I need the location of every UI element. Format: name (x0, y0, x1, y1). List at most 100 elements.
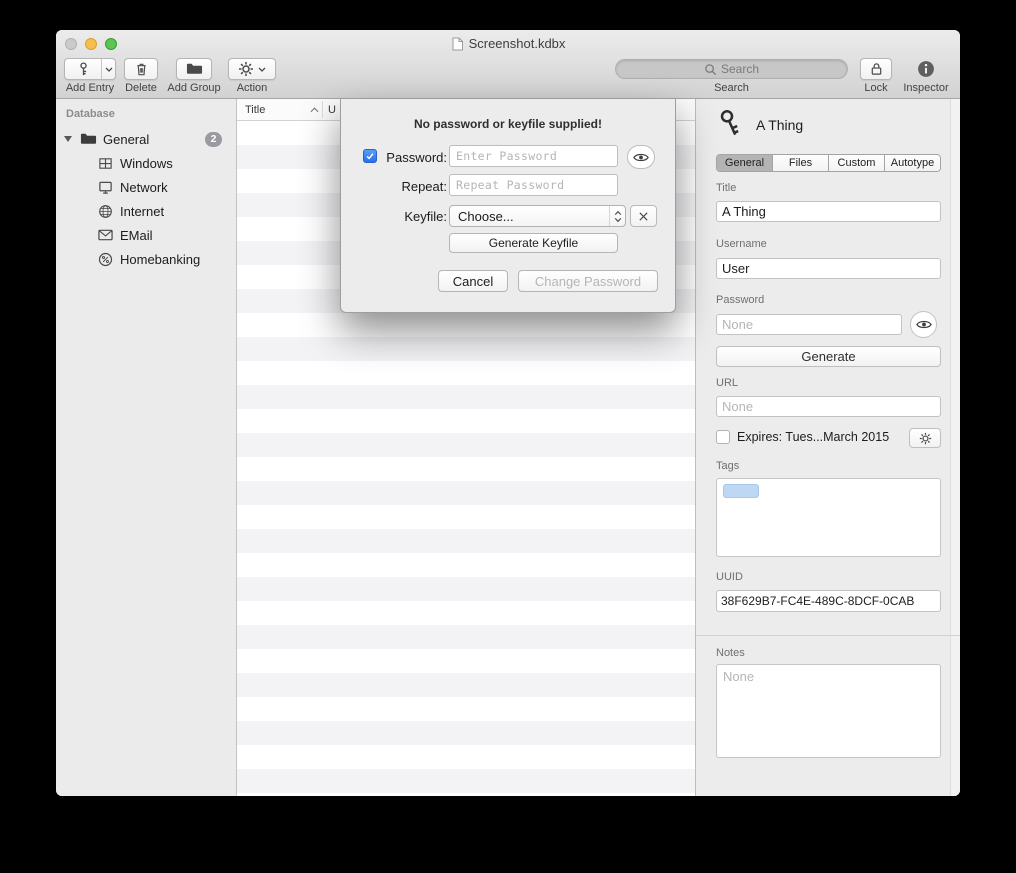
delete-button[interactable] (124, 58, 158, 80)
keyfile-label: Keyfile: (381, 209, 447, 224)
username-field-label: Username (716, 238, 767, 250)
app-window: Screenshot.kdbx Add Entry Delete Add (56, 30, 960, 796)
reveal-password-button[interactable] (627, 145, 655, 169)
entry-title: A Thing (756, 117, 803, 133)
inspector-panel: A Thing General Files Custom Autotype Ti… (695, 99, 960, 796)
tag-chip[interactable] (723, 484, 759, 498)
group-sidebar: Database General 2 Windows Network (56, 99, 237, 796)
uuid-field[interactable] (716, 590, 941, 612)
keyfile-dropdown[interactable]: Choose... (449, 205, 626, 227)
password-label: Password: (381, 150, 447, 165)
inspector-toggle-button[interactable] (917, 60, 935, 78)
sidebar-item-general[interactable]: General 2 (56, 127, 236, 151)
expires-settings-button[interactable] (909, 428, 941, 448)
globe-icon (96, 202, 114, 220)
password-input[interactable] (449, 145, 618, 167)
popup-stepper-icon (609, 206, 625, 226)
folder-icon (79, 130, 97, 148)
percent-coin-icon (96, 250, 114, 268)
search-icon (704, 63, 717, 76)
gear-icon (919, 432, 932, 445)
password-field[interactable] (716, 314, 902, 335)
monitor-icon (96, 178, 114, 196)
password-checkbox[interactable] (363, 149, 377, 163)
info-icon (917, 60, 935, 78)
tab-general[interactable]: General (717, 155, 773, 171)
url-field[interactable] (716, 396, 941, 417)
column-header-title[interactable]: Title (245, 104, 265, 116)
sidebar-item-network[interactable]: Network (56, 175, 236, 199)
window-title: Screenshot.kdbx (469, 36, 566, 51)
entry-count-badge: 2 (205, 132, 222, 147)
sidebar-item-email[interactable]: EMail (56, 223, 236, 247)
tab-autotype[interactable]: Autotype (885, 155, 940, 171)
clear-keyfile-button[interactable] (630, 205, 657, 227)
inspector-label: Inspector (896, 82, 956, 94)
add-group-button[interactable] (176, 58, 212, 80)
tab-custom[interactable]: Custom (829, 155, 885, 171)
delete-label: Delete (120, 82, 162, 94)
sort-ascending-icon (310, 107, 319, 113)
tab-files[interactable]: Files (773, 155, 829, 171)
inspector-scrollbar[interactable] (950, 99, 960, 796)
action-label: Action (224, 82, 280, 94)
expires-checkbox[interactable] (716, 430, 730, 444)
repeat-label: Repeat: (381, 179, 447, 194)
generate-password-button[interactable]: Generate (716, 346, 941, 367)
entry-key-icon (711, 104, 749, 143)
keyfile-dropdown-value: Choose... (458, 209, 514, 224)
search-input[interactable]: Search (615, 59, 848, 79)
column-divider[interactable] (322, 101, 323, 118)
window-chrome: Screenshot.kdbx Add Entry Delete Add (56, 30, 960, 99)
add-entry-button[interactable] (64, 58, 116, 80)
folder-icon (186, 62, 203, 76)
close-x-icon (638, 211, 649, 222)
document-proxy-icon (451, 37, 464, 51)
check-icon (365, 151, 375, 161)
notes-field[interactable] (716, 664, 941, 758)
uuid-field-label: UUID (716, 571, 743, 583)
sidebar-section-header: Database (66, 108, 115, 120)
tags-field-label: Tags (716, 460, 739, 472)
chevron-down-icon[interactable] (102, 59, 115, 79)
sidebar-item-label: General (103, 132, 149, 147)
lock-label: Lock (852, 82, 900, 94)
gear-icon (238, 61, 254, 77)
windows-icon (96, 154, 114, 172)
username-field[interactable] (716, 258, 941, 279)
change-password-button[interactable]: Change Password (518, 270, 658, 292)
tags-box[interactable] (716, 478, 941, 557)
change-password-dialog: No password or keyfile supplied! Passwor… (340, 99, 676, 313)
sidebar-item-homebanking[interactable]: Homebanking (56, 247, 236, 271)
sidebar-item-windows[interactable]: Windows (56, 151, 236, 175)
sidebar-item-label: Homebanking (120, 252, 200, 267)
action-button[interactable] (228, 58, 276, 80)
inspector-tabs: General Files Custom Autotype (716, 154, 941, 172)
trash-icon (134, 61, 149, 77)
title-field-label: Title (716, 182, 736, 194)
eye-icon (916, 319, 932, 330)
generate-keyfile-button[interactable]: Generate Keyfile (449, 233, 618, 253)
repeat-password-input[interactable] (449, 174, 618, 196)
search-label: Search (615, 82, 848, 94)
chevron-down-icon (258, 67, 266, 72)
disclosure-triangle-icon[interactable] (64, 136, 72, 142)
url-field-label: URL (716, 377, 738, 389)
reveal-password-button[interactable] (910, 311, 937, 338)
window-title-bar: Screenshot.kdbx (56, 36, 960, 51)
password-field-label: Password (716, 294, 764, 306)
add-entry-label: Add Entry (60, 82, 120, 94)
cancel-button[interactable]: Cancel (438, 270, 508, 292)
inspector-divider (696, 635, 960, 636)
search-placeholder: Search (721, 62, 759, 76)
sidebar-item-internet[interactable]: Internet (56, 199, 236, 223)
sidebar-item-label: EMail (120, 228, 153, 243)
lock-button[interactable] (860, 58, 892, 80)
envelope-icon (96, 226, 114, 244)
column-header-username[interactable]: U (328, 104, 336, 116)
add-group-label: Add Group (160, 82, 228, 94)
key-icon (65, 59, 101, 79)
title-field[interactable] (716, 201, 941, 222)
eye-icon (633, 152, 649, 163)
expires-label: Expires: Tues...March 2015 (737, 430, 889, 444)
